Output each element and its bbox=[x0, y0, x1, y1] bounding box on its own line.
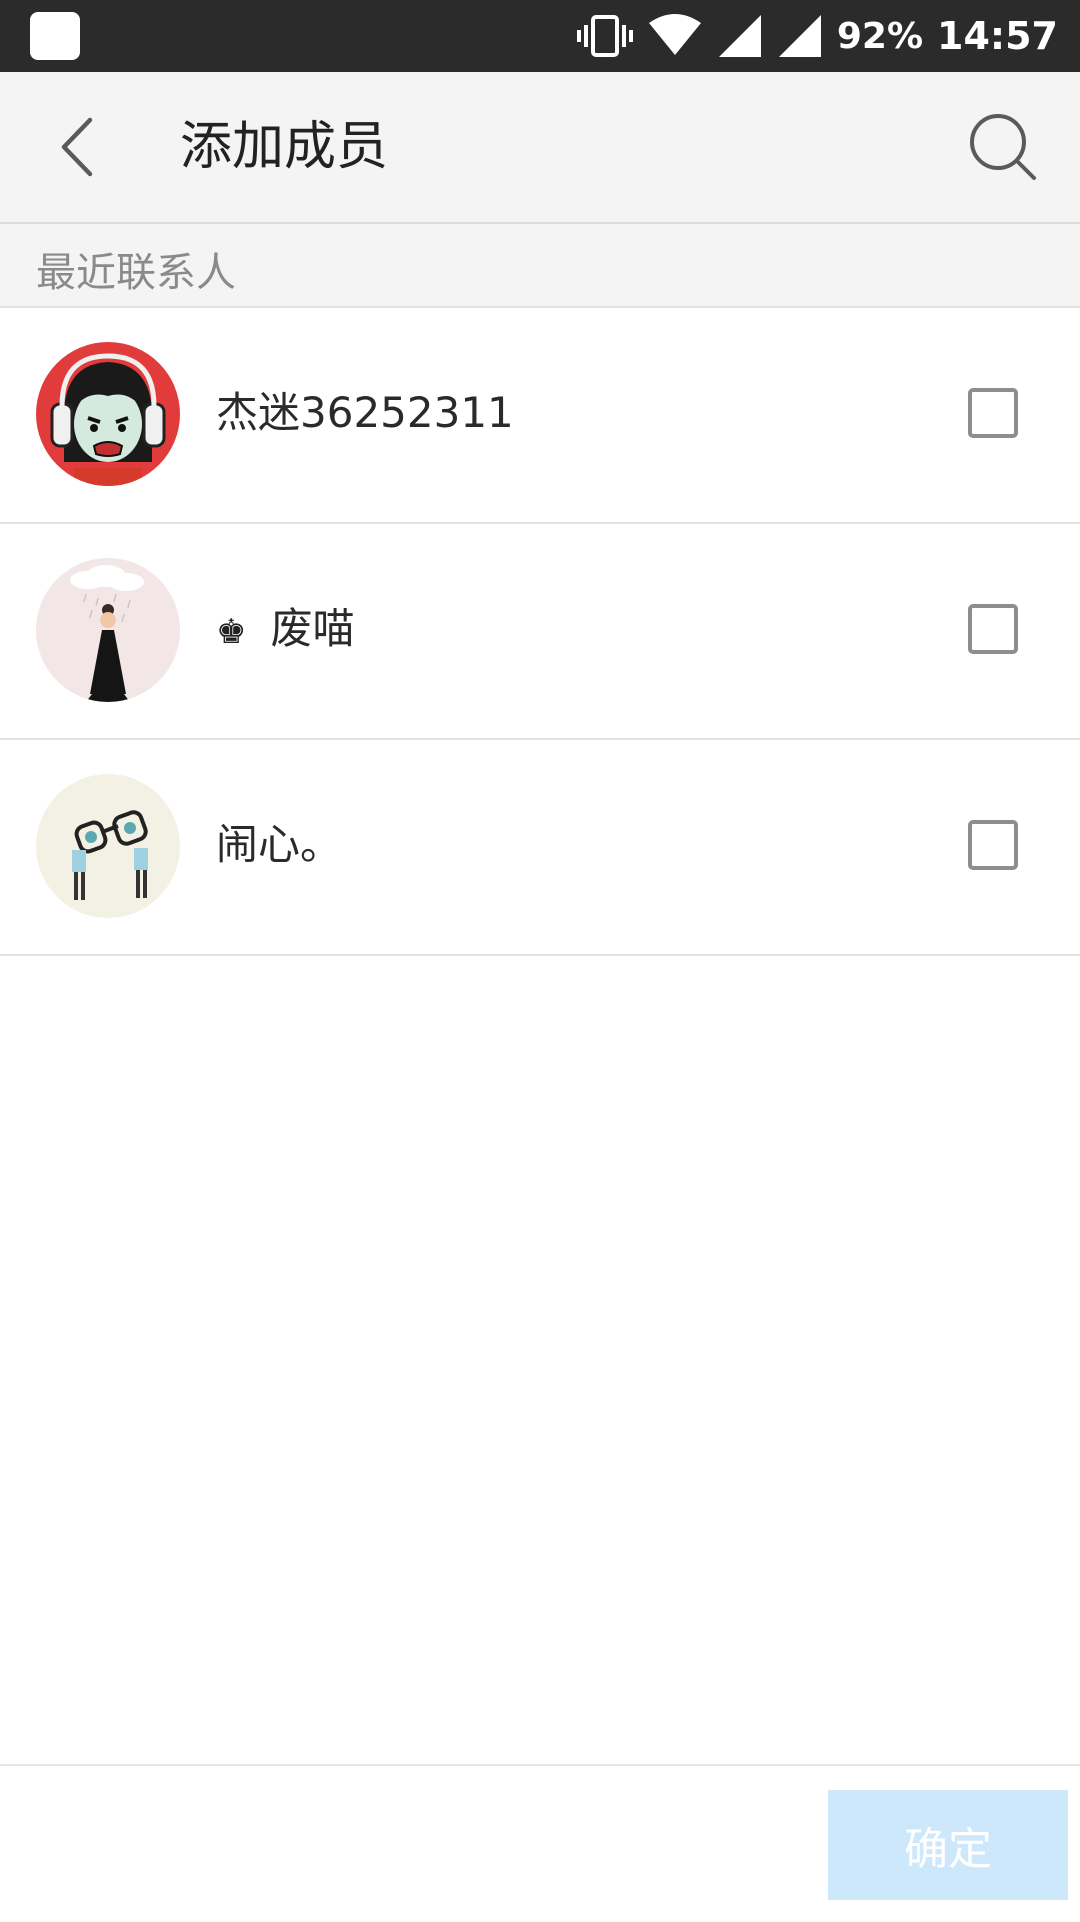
vibrate-icon bbox=[576, 13, 633, 59]
status-indicators: 92% 14:57 bbox=[576, 0, 1058, 72]
contact-name: 闹心。 bbox=[216, 820, 343, 869]
contact-row[interactable]: 杰迷36252311 bbox=[0, 308, 1080, 524]
confirm-button[interactable]: 确定 bbox=[828, 1790, 1068, 1900]
contact-checkbox[interactable] bbox=[968, 388, 1018, 438]
contact-name: 杰迷36252311 bbox=[216, 388, 514, 437]
contact-row[interactable]: ♚ 废喵 bbox=[0, 524, 1080, 740]
wifi-icon bbox=[647, 13, 703, 59]
avatar bbox=[36, 558, 180, 702]
signal-icon bbox=[777, 13, 823, 59]
footer-bar: 确定 bbox=[0, 1764, 1080, 1922]
contact-list: 杰迷36252311 ♚ 废喵 闹心。 bbox=[0, 308, 1080, 956]
page-title: 添加成员 bbox=[180, 117, 389, 177]
avatar-headphones-icon bbox=[36, 342, 180, 486]
back-button[interactable] bbox=[48, 112, 118, 182]
contact-name: ♚ 废喵 bbox=[216, 604, 355, 653]
avatar-girl-rain-icon bbox=[36, 558, 180, 702]
search-button[interactable] bbox=[964, 108, 1044, 188]
avatar bbox=[36, 774, 180, 918]
avatar-glasses-icon bbox=[36, 774, 180, 918]
status-time: 14:57 bbox=[937, 14, 1058, 58]
contact-row[interactable]: 闹心。 bbox=[0, 740, 1080, 956]
crown-icon: ♚ bbox=[216, 612, 247, 652]
contact-checkbox[interactable] bbox=[968, 820, 1018, 870]
avatar bbox=[36, 342, 180, 486]
section-header: 最近联系人 bbox=[0, 224, 1080, 308]
contact-checkbox[interactable] bbox=[968, 604, 1018, 654]
chevron-left-icon bbox=[61, 117, 93, 177]
app-header: 添加成员 bbox=[0, 72, 1080, 224]
signal-icon bbox=[717, 13, 763, 59]
search-icon bbox=[970, 114, 1036, 180]
battery-percent: 92% bbox=[836, 15, 924, 57]
app-notification-icon bbox=[30, 12, 80, 60]
section-label: 最近联系人 bbox=[36, 250, 236, 296]
status-bar: 92% 14:57 bbox=[0, 0, 1080, 72]
